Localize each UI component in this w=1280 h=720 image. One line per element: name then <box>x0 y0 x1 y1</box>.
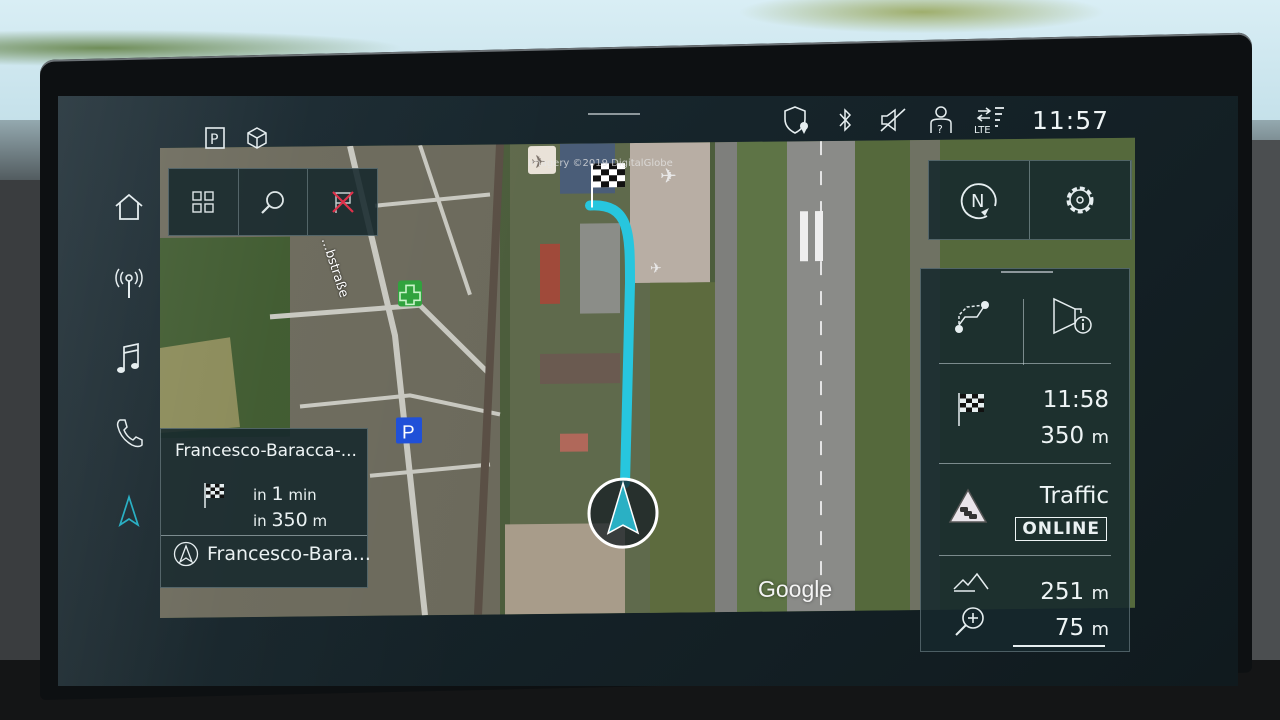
cancel-guidance-button[interactable] <box>308 169 377 235</box>
distance-prefix: in <box>253 512 267 530</box>
grass-strip <box>737 141 787 612</box>
guidance-panel[interactable]: Francesco-Baracca-... in 1 min in 350 m … <box>160 428 371 588</box>
traffic-status-badge: ONLINE <box>1015 517 1107 541</box>
grass-field <box>650 282 720 613</box>
altitude-icon <box>953 571 989 597</box>
map-scale-value: 75 <box>1054 615 1085 641</box>
traffic-jam-icon <box>948 488 988 523</box>
clock: 11:57 <box>1032 105 1110 135</box>
search-button[interactable] <box>239 169 309 235</box>
altitude-value: 251 <box>1040 579 1085 605</box>
parking-icon[interactable]: P <box>200 123 230 153</box>
time-value: 1 <box>271 483 284 505</box>
pharmacy-poi[interactable] <box>398 280 422 307</box>
bluetooth-icon[interactable] <box>830 105 860 135</box>
altitude-unit: m <box>1091 583 1109 604</box>
traffic-label: Traffic <box>1039 483 1109 509</box>
heading-arrow-icon <box>173 541 199 567</box>
runway-marking <box>800 211 808 262</box>
speaker-info-icon <box>1053 297 1092 335</box>
gear-icon <box>1066 186 1094 214</box>
remaining-distance: 350 m <box>1040 423 1109 449</box>
route-actions <box>921 281 1129 365</box>
route-options-icon <box>955 301 989 333</box>
drag-handle[interactable] <box>1001 271 1053 273</box>
traffic-button[interactable] <box>947 487 989 529</box>
cancel-route-flag-icon <box>331 191 354 213</box>
menu-button[interactable] <box>169 169 239 235</box>
scale-bar <box>1013 645 1105 647</box>
svg-text:N: N <box>971 191 984 212</box>
mute-icon[interactable] <box>878 105 908 135</box>
sidebar <box>100 180 158 540</box>
time-prefix: in <box>253 486 267 504</box>
drag-handle[interactable] <box>588 113 640 115</box>
map-scale-unit: m <box>1091 619 1109 640</box>
shield-location-icon[interactable] <box>782 105 812 135</box>
arrival-time: 11:58 <box>1042 387 1109 413</box>
home-icon <box>115 193 143 220</box>
taxiway <box>715 141 737 613</box>
field <box>160 337 240 433</box>
destination-name: Francesco-Baracca-... <box>175 441 357 461</box>
music-note-icon <box>117 342 139 373</box>
3d-cube-icon[interactable] <box>242 123 272 153</box>
current-street: Francesco-Bara... <box>173 541 371 567</box>
status-bar-left: P <box>200 118 272 158</box>
network-label: LTE <box>974 125 991 135</box>
airplane-icon: ✈ <box>650 261 662 277</box>
sidebar-item-navigation[interactable] <box>100 486 158 536</box>
zoom-in-button[interactable] <box>953 605 987 643</box>
time-unit: min <box>288 486 317 504</box>
distance-to-destination: in 350 m <box>253 509 327 531</box>
sidebar-item-radio[interactable] <box>100 258 158 308</box>
navigation-arrow-icon <box>118 494 140 528</box>
map-copyright: Imagery ©2019 DigitalGlobe <box>528 158 673 169</box>
parking-sign-icon: P <box>402 422 415 443</box>
map-tools <box>168 168 378 236</box>
altitude: 251 m <box>1040 579 1109 605</box>
checkered-flag-icon <box>203 481 225 513</box>
remaining-distance-value: 350 <box>1040 423 1085 449</box>
svg-text:P: P <box>210 132 218 148</box>
lte-signal-icon: LTE <box>974 105 1008 135</box>
route-options-button[interactable] <box>951 297 991 341</box>
building <box>540 243 560 305</box>
sidebar-item-media[interactable] <box>100 333 158 383</box>
current-street-name: Francesco-Bara... <box>207 543 371 565</box>
time-to-destination: in 1 min <box>253 483 317 505</box>
divider <box>939 463 1111 464</box>
grid-icon <box>192 191 215 213</box>
divider <box>1023 299 1024 365</box>
search-icon <box>261 191 284 214</box>
status-bar-right: ? LTE 11:57 <box>782 100 1109 140</box>
parking-lot <box>580 223 620 314</box>
sidebar-item-phone[interactable] <box>100 408 158 458</box>
announcements-button[interactable] <box>1051 295 1097 343</box>
building <box>560 433 588 452</box>
remaining-distance-unit: m <box>1091 427 1109 448</box>
runway-marking <box>815 211 823 262</box>
settings-button[interactable] <box>1030 161 1131 239</box>
distance-value: 350 <box>271 509 308 531</box>
radio-antenna-icon <box>115 268 143 298</box>
svg-text:?: ? <box>937 123 943 135</box>
building <box>540 353 620 385</box>
north-up-button[interactable]: N <box>929 161 1030 239</box>
route-info-panel: 11:58 350 m Traffic ONLINE 251 m 75 m <box>920 268 1130 652</box>
checkered-flag-icon <box>957 391 987 431</box>
sidebar-item-home[interactable] <box>100 182 158 232</box>
google-attribution: Google <box>758 576 833 602</box>
compass-north-icon: N <box>960 183 997 220</box>
map-scale: 75 m <box>1055 615 1109 641</box>
divider <box>161 535 367 536</box>
map-controls: N <box>928 160 1132 240</box>
phone-icon <box>116 419 143 448</box>
divider <box>939 555 1111 556</box>
user-help-icon[interactable]: ? <box>926 105 956 135</box>
distance-unit: m <box>312 512 328 530</box>
zoom-in-icon <box>955 607 984 636</box>
divider <box>939 363 1111 364</box>
